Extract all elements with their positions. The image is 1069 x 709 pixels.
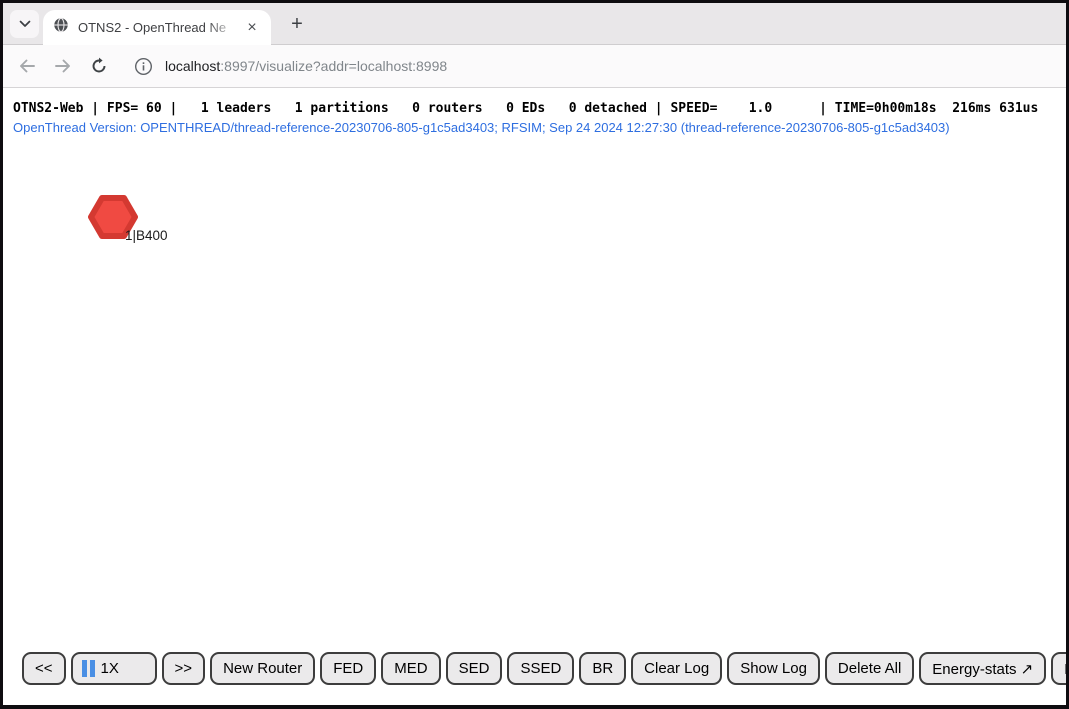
simulator-status-line: OTNS2-Web | FPS= 60 | 1 leaders 1 partit…: [13, 101, 1038, 116]
node-label: 1|B400: [125, 228, 168, 243]
toolbar-button-speed[interactable]: 1X: [71, 652, 157, 685]
omnibox[interactable]: localhost:8997/visualize?addr=localhost:…: [133, 56, 447, 76]
toolbar-button-label: New Router: [223, 660, 302, 677]
url-text[interactable]: localhost:8997/visualize?addr=localhost:…: [165, 58, 447, 74]
toolbar-button-label: BR: [592, 660, 613, 677]
address-bar: localhost:8997/visualize?addr=localhost:…: [3, 45, 1066, 88]
toolbar-button-label: Delete All: [838, 660, 901, 677]
node-1-leader[interactable]: 1|B400: [88, 195, 138, 239]
toolbar-button-label: >>: [175, 660, 193, 677]
toolbar-button-label: MED: [394, 660, 427, 677]
toolbar-button-new-router[interactable]: New Router: [210, 652, 315, 685]
globe-favicon-icon: [53, 17, 69, 38]
browser-tab-active[interactable]: OTNS2 - OpenThread Ne ×: [43, 10, 271, 45]
chevron-down-icon: [19, 15, 31, 33]
toolbar-button-label: <<: [35, 660, 53, 677]
toolbar-button-fed[interactable]: FED: [320, 652, 376, 685]
toolbar-button-energy-stats[interactable]: Energy-stats ↗: [919, 652, 1046, 685]
new-tab-button[interactable]: +: [285, 12, 309, 36]
back-button[interactable]: [17, 56, 37, 76]
tab-search-dropdown-button[interactable]: [10, 10, 39, 38]
url-path: :8997/visualize?addr=localhost:8998: [220, 58, 447, 74]
toolbar-button-node-stats[interactable]: Node-stats ↗: [1051, 652, 1066, 685]
toolbar-button-show-log[interactable]: Show Log: [727, 652, 820, 685]
toolbar-button-ssed[interactable]: SSED: [507, 652, 574, 685]
toolbar-button-delete-all[interactable]: Delete All: [825, 652, 914, 685]
toolbar-button-fast-forward[interactable]: >>: [162, 652, 206, 685]
toolbar-button-clear-log[interactable]: Clear Log: [631, 652, 722, 685]
tab-title: OTNS2 - OpenThread Ne: [78, 20, 243, 35]
toolbar-button-med[interactable]: MED: [381, 652, 440, 685]
toolbar-button-label: Show Log: [740, 660, 807, 677]
toolbar-button-sed[interactable]: SED: [446, 652, 503, 685]
toolbar-button-label: SED: [459, 660, 490, 677]
pause-icon: [82, 660, 95, 677]
tab-bar: OTNS2 - OpenThread Ne × +: [3, 3, 1066, 45]
toolbar-button-label: FED: [333, 660, 363, 677]
tab-close-button[interactable]: ×: [243, 19, 261, 37]
toolbar-button-label: Energy-stats ↗: [932, 660, 1033, 678]
forward-button[interactable]: [53, 56, 73, 76]
info-icon[interactable]: [133, 56, 153, 76]
browser-window: OTNS2 - OpenThread Ne × +: [0, 0, 1069, 709]
toolbar-button-label: SSED: [520, 660, 561, 677]
simulation-canvas: OTNS2-Web | FPS= 60 | 1 leaders 1 partit…: [3, 88, 1066, 705]
reload-button[interactable]: [89, 56, 109, 76]
toolbar: << 1X >> New Router FED MED SED SSED BR Clear Log…: [22, 652, 1066, 685]
toolbar-button-label: Node-stats ↗: [1064, 660, 1066, 678]
openthread-version-line: OpenThread Version: OPENTHREAD/thread-re…: [13, 120, 950, 135]
toolbar-button-label: Clear Log: [644, 660, 709, 677]
toolbar-button-br[interactable]: BR: [579, 652, 626, 685]
url-host: localhost: [165, 58, 220, 74]
toolbar-button-rewind[interactable]: <<: [22, 652, 66, 685]
toolbar-button-label: 1X: [101, 660, 119, 677]
